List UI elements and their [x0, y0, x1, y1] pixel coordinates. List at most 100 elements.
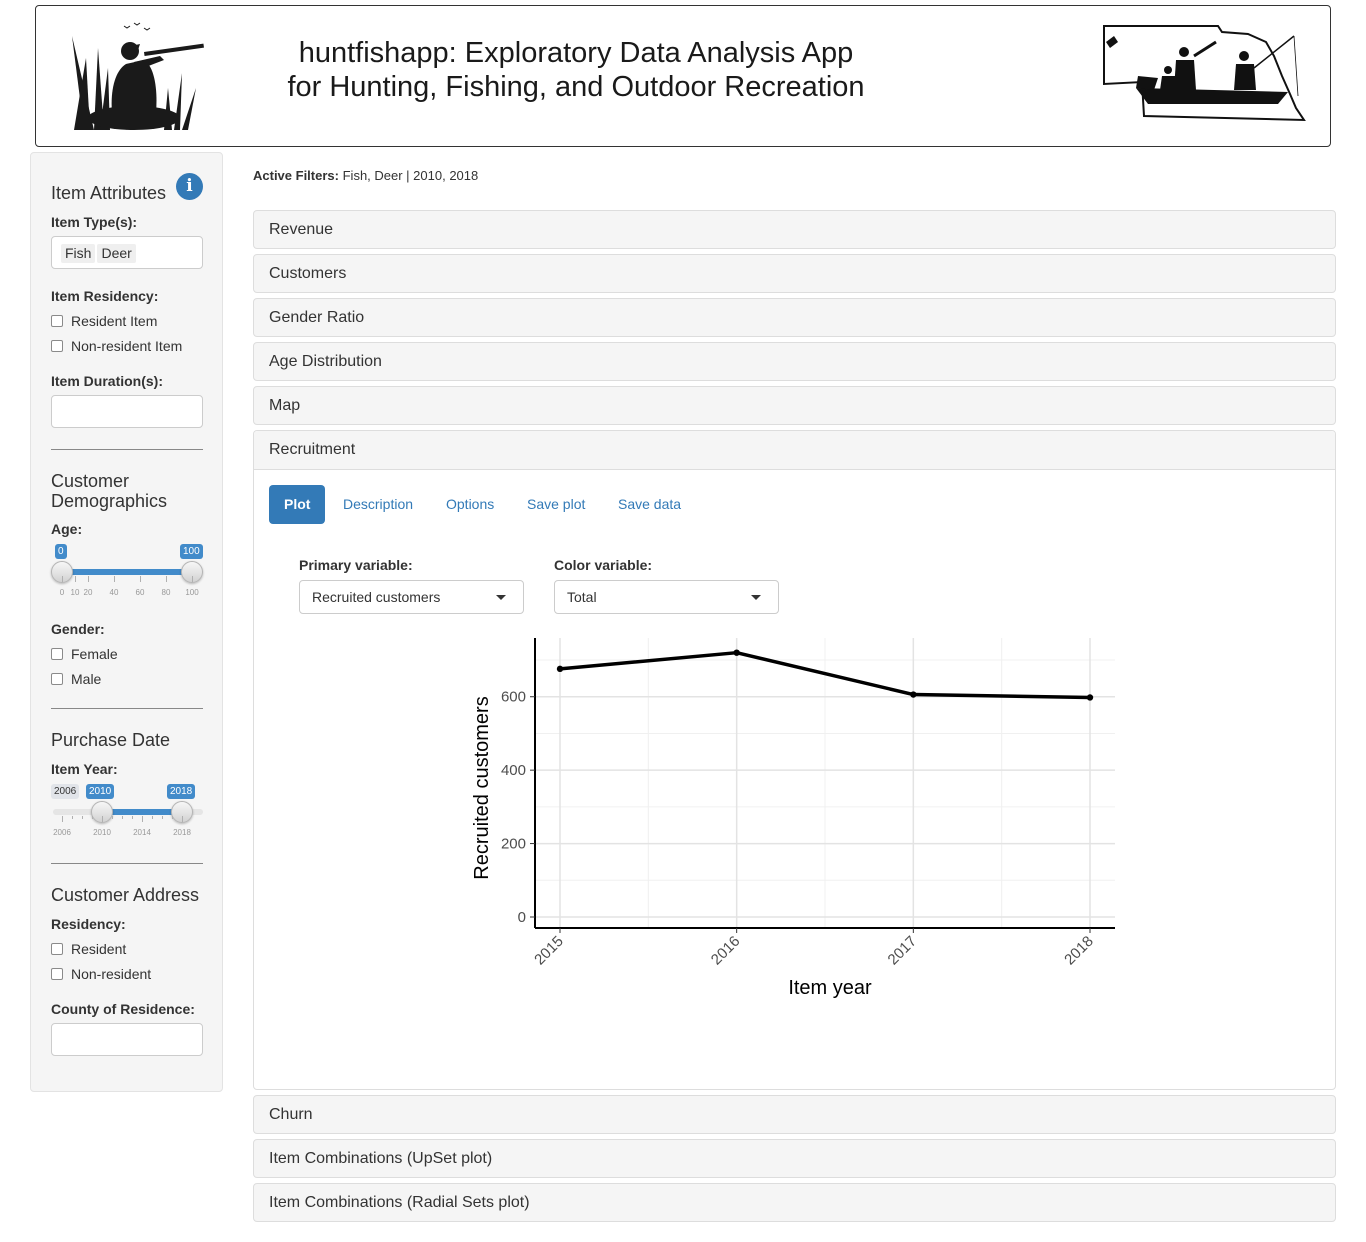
tick-label: 20 — [83, 588, 93, 597]
item-duration-label: Item Duration(s): — [51, 373, 163, 389]
tick-label: 0 — [59, 588, 65, 597]
tab-plot[interactable]: Plot — [269, 485, 326, 524]
tick-label: 10 — [70, 588, 80, 597]
tick-label: 2014 — [133, 828, 151, 837]
primary-variable-select[interactable]: Recruited customers — [299, 580, 524, 614]
app-title-line1: huntfishapp: Exploratory Data Analysis A… — [298, 37, 854, 69]
tab-save-plot[interactable]: Save plot — [512, 485, 600, 524]
y-tick-label: 0 — [518, 909, 526, 926]
male-label: Male — [71, 671, 102, 687]
panel-recruitment-header[interactable]: Recruitment — [254, 431, 1335, 470]
panel-age-distribution[interactable]: Age Distribution — [253, 342, 1336, 381]
panel-churn[interactable]: Churn — [253, 1095, 1336, 1134]
tick-label: 2006 — [53, 828, 71, 837]
item-types-input[interactable]: Fish Deer — [51, 236, 203, 269]
panel-item-combinations-radial[interactable]: Item Combinations (Radial Sets plot) — [253, 1183, 1336, 1222]
tab-save-data[interactable]: Save data — [603, 485, 696, 524]
checkbox[interactable] — [51, 943, 63, 955]
panel-revenue[interactable]: Revenue — [253, 210, 1336, 249]
checkbox[interactable] — [51, 648, 63, 660]
gender-label: Gender: — [51, 621, 105, 637]
info-icon[interactable]: i — [176, 173, 203, 200]
header-banner: huntfishapp: Exploratory Data Analysis A… — [35, 5, 1331, 147]
color-variable-select[interactable]: Total — [554, 580, 779, 614]
age-label: Age: — [51, 521, 83, 537]
item-year-label: Item Year: — [51, 761, 118, 777]
primary-variable-label: Primary variable: — [299, 557, 413, 573]
recruitment-line-chart: 0 200 400 600 2015 2016 2017 2018 Item year Recru… — [471, 638, 1115, 999]
data-point — [910, 691, 917, 698]
tick-label: 2018 — [173, 828, 191, 837]
slider-range-fill — [62, 569, 192, 575]
female-option[interactable]: Female — [51, 645, 118, 663]
item-type-chip[interactable]: Fish — [61, 244, 96, 263]
divider — [51, 449, 203, 450]
county-label: County of Residence: — [51, 1001, 195, 1017]
x-axis-title: Item year — [788, 977, 872, 999]
panel-gender-ratio[interactable]: Gender Ratio — [253, 298, 1336, 337]
slider-range-fill — [102, 809, 182, 815]
checkbox[interactable] — [51, 673, 63, 685]
panel-customers[interactable]: Customers — [253, 254, 1336, 293]
item-types-label: Item Type(s): — [51, 214, 138, 230]
y-tick-label: 600 — [501, 689, 526, 706]
tab-options[interactable]: Options — [431, 485, 509, 524]
year-slider-grid: 2006 2010 2014 2018 — [51, 816, 206, 837]
resident-item-label: Resident Item — [71, 313, 158, 329]
customer-address-heading: Customer Address — [51, 885, 200, 905]
tick-label: 40 — [109, 588, 119, 597]
color-variable-label: Color variable: — [554, 557, 653, 573]
active-filters-value: Fish, Deer | 2010, 2018 — [342, 168, 479, 183]
item-duration-input[interactable] — [51, 395, 203, 428]
year-to-bubble: 2018 — [167, 784, 196, 799]
item-attributes-heading: Item Attributes — [51, 183, 167, 203]
non-resident-label: Non-resident — [71, 966, 152, 982]
data-point — [1086, 694, 1094, 701]
active-filters-label: Active Filters: — [253, 168, 339, 183]
panel-item-combinations-upset[interactable]: Item Combinations (UpSet plot) — [253, 1139, 1336, 1178]
customer-demographics-heading: Customer Demographics — [51, 471, 167, 511]
active-filters: Active Filters: Fish, Deer | 2010, 2018 — [253, 168, 478, 183]
y-tick-label: 400 — [501, 762, 526, 779]
male-option[interactable]: Male — [51, 670, 101, 688]
non-resident-item-option[interactable]: Non-resident Item — [51, 337, 182, 355]
checkbox[interactable] — [51, 340, 63, 352]
checkbox[interactable] — [51, 968, 63, 980]
app-title-line2: for Hunting, Fishing, and Outdoor Recrea… — [287, 71, 865, 103]
tick-label: 80 — [161, 588, 171, 597]
primary-variable-value: Recruited customers — [312, 589, 441, 605]
hunter-logo-icon — [72, 22, 204, 130]
checkbox[interactable] — [51, 315, 63, 327]
x-tick-label: 2018 — [1061, 933, 1097, 969]
age-slider-grid: 0 10 20 40 60 80 100 — [51, 576, 206, 597]
tick-label: 60 — [135, 588, 145, 597]
x-tick-label: 2017 — [885, 933, 921, 969]
resident-option[interactable]: Resident — [51, 940, 126, 958]
tab-description[interactable]: Description — [328, 485, 428, 524]
heading-line: Demographics — [51, 491, 168, 511]
tick-label: 100 — [185, 588, 199, 597]
county-input[interactable] — [51, 1023, 203, 1056]
x-tick-label: 2016 — [708, 933, 744, 969]
heading-line: Customer — [51, 471, 130, 491]
panel-map[interactable]: Map — [253, 386, 1336, 425]
chevron-down-icon — [751, 595, 761, 600]
non-resident-option[interactable]: Non-resident — [51, 965, 151, 983]
x-tick-label: 2015 — [531, 933, 567, 969]
purchase-date-heading: Purchase Date — [51, 730, 171, 750]
item-type-chip[interactable]: Deer — [97, 244, 136, 263]
tick-label: 2010 — [93, 828, 111, 837]
age-from-bubble: 0 — [55, 544, 67, 559]
chevron-down-icon — [496, 595, 506, 600]
data-point — [556, 665, 564, 673]
sidebar: Item Attributes i Item Type(s): Fish Deer… — [30, 152, 223, 1092]
y-tick-label: 200 — [501, 836, 526, 853]
year-from-bubble: 2010 — [86, 784, 115, 799]
color-variable-value: Total — [567, 589, 597, 605]
resident-item-option[interactable]: Resident Item — [51, 312, 157, 330]
non-resident-item-label: Non-resident Item — [71, 338, 183, 354]
data-point — [733, 649, 740, 656]
female-label: Female — [71, 646, 118, 662]
resident-label: Resident — [71, 941, 127, 957]
item-residency-label: Item Residency: — [51, 288, 159, 304]
